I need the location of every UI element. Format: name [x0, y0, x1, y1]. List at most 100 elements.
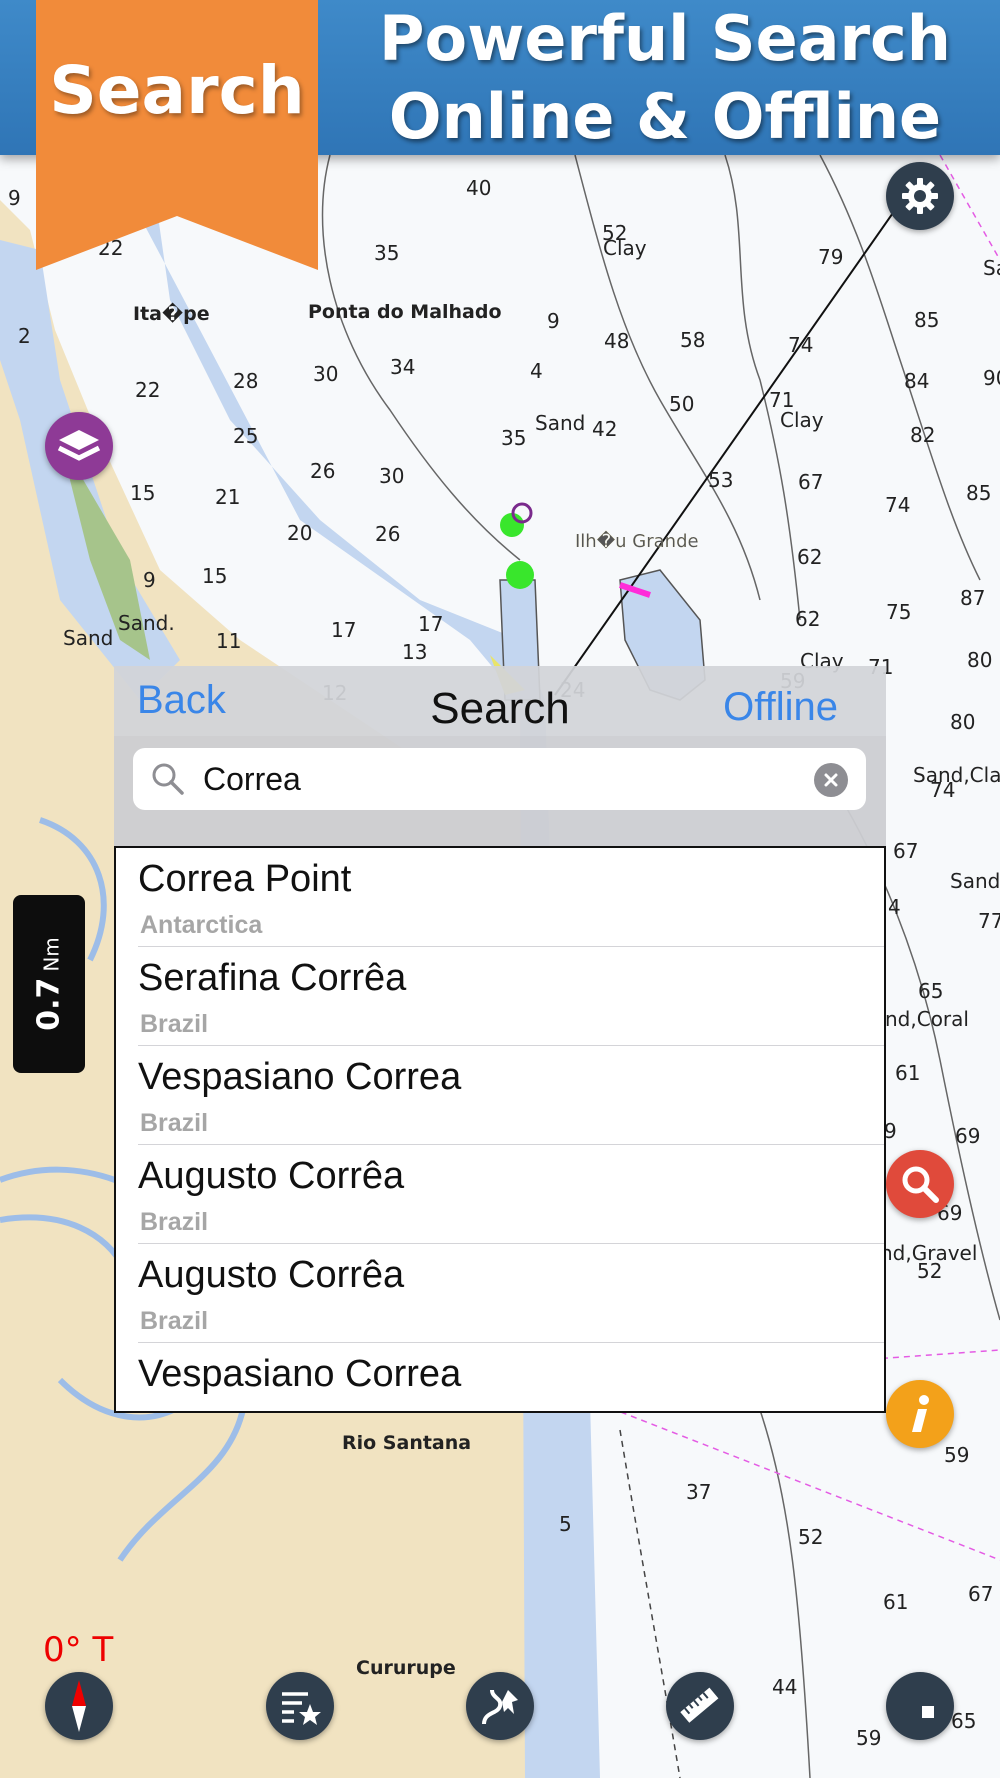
favorites-button[interactable] — [266, 1672, 334, 1740]
ribbon-label: Search — [49, 52, 305, 129]
depth-sounding: 52 — [798, 1525, 823, 1549]
seabed-label: Sand — [950, 869, 1000, 893]
layers-button[interactable] — [45, 412, 113, 480]
depth-sounding: 48 — [604, 329, 629, 353]
depth-sounding: 17 — [331, 618, 356, 642]
depth-sounding: 34 — [390, 355, 415, 379]
depth-sounding: 71 — [769, 388, 794, 412]
stop-button[interactable] — [886, 1672, 954, 1740]
depth-sounding: 80 — [967, 648, 992, 672]
depth-sounding: 52 — [917, 1259, 942, 1283]
depth-sounding: 28 — [233, 369, 258, 393]
depth-sounding: 59 — [944, 1443, 969, 1467]
depth-sounding: 52 — [602, 221, 627, 245]
favorites-list-icon — [282, 1692, 321, 1725]
depth-sounding: 4 — [530, 359, 543, 383]
depth-sounding: 2 — [18, 324, 31, 348]
scale-bar: 0.7 Nm — [13, 895, 85, 1073]
compass-button[interactable] — [45, 1672, 113, 1740]
depth-sounding: 42 — [592, 417, 617, 441]
depth-sounding: 87 — [960, 586, 985, 610]
search-field[interactable] — [133, 748, 866, 810]
result-name: Correa Point — [138, 858, 352, 900]
depth-sounding: 58 — [680, 328, 705, 352]
result-row[interactable]: Augusto Corrêa Brazil — [116, 1145, 884, 1244]
seabed-label: nd,Coral — [885, 1007, 969, 1031]
depth-sounding: 79 — [818, 245, 843, 269]
scale-unit: Nm — [39, 937, 64, 972]
depth-sounding: 67 — [893, 839, 918, 863]
result-row[interactable]: Correa Point Antarctica — [116, 848, 884, 947]
depth-sounding: 62 — [797, 545, 822, 569]
result-name: Augusto Corrêa — [138, 1155, 405, 1197]
settings-button[interactable] — [886, 162, 954, 230]
search-icon — [152, 763, 184, 795]
depth-sounding: 61 — [895, 1061, 920, 1085]
heading-readout: 0° T — [43, 1630, 114, 1670]
depth-sounding: 30 — [313, 362, 338, 386]
result-row[interactable]: Augusto Corrêa Brazil — [116, 1244, 884, 1343]
depth-sounding: 62 — [795, 607, 820, 631]
result-row[interactable]: Serafina Corrêa Brazil — [116, 947, 884, 1046]
info-button[interactable] — [886, 1380, 954, 1448]
depth-sounding: 9 — [547, 309, 560, 333]
search-panel: Back Search Offline Correa Point Antarct… — [114, 666, 886, 1413]
depth-sounding: 74 — [930, 778, 955, 802]
seabed-label: Sand — [63, 626, 113, 650]
route-button[interactable] — [466, 1672, 534, 1740]
depth-sounding: 21 — [215, 485, 240, 509]
depth-sounding: 5 — [559, 1512, 572, 1536]
result-row[interactable]: Vespasiano Correa — [116, 1343, 884, 1411]
place-label: Ilh�u Grande — [575, 530, 699, 552]
depth-sounding: 40 — [466, 176, 491, 200]
search-nav-bar: Back Search Offline — [114, 666, 886, 736]
search-button[interactable] — [886, 1150, 954, 1218]
depth-sounding: 9 — [8, 186, 21, 210]
seabed-label: Sa — [983, 256, 1000, 280]
place-label: Rio Santana — [342, 1432, 471, 1454]
ruler-button[interactable] — [666, 1672, 734, 1740]
depth-sounding: 74 — [885, 493, 910, 517]
depth-sounding: 85 — [914, 308, 939, 332]
depth-sounding: 37 — [686, 1480, 711, 1504]
result-country: Brazil — [140, 1307, 209, 1335]
depth-sounding: 4 — [888, 895, 901, 919]
depth-sounding: 15 — [202, 564, 227, 588]
close-icon — [824, 773, 838, 787]
search-results-list[interactable]: Correa Point Antarctica Serafina Corrêa … — [114, 846, 886, 1413]
depth-sounding: 22 — [135, 378, 160, 402]
offline-button[interactable]: Offline — [723, 685, 838, 730]
depth-sounding: 74 — [788, 333, 813, 357]
depth-sounding: 82 — [910, 423, 935, 447]
depth-sounding: 65 — [918, 979, 943, 1003]
depth-sounding: 80 — [950, 710, 975, 734]
depth-sounding: 11 — [216, 629, 241, 653]
depth-sounding: 69 — [955, 1124, 980, 1148]
scale-value: 0.7 — [31, 977, 67, 1031]
depth-sounding: 67 — [798, 470, 823, 494]
clear-search-button[interactable] — [814, 763, 848, 797]
magnifier-icon — [902, 1166, 939, 1203]
depth-sounding: 75 — [886, 600, 911, 624]
layers-icon — [57, 430, 101, 461]
depth-sounding: 13 — [402, 640, 427, 664]
depth-sounding: 77 — [978, 909, 1000, 933]
result-country: Antarctica — [140, 911, 263, 939]
depth-sounding: 84 — [904, 369, 929, 393]
result-country: Brazil — [140, 1010, 209, 1038]
depth-sounding: 61 — [883, 1590, 908, 1614]
promo-title-line: Powerful Search — [379, 2, 951, 75]
gear-icon — [902, 178, 938, 214]
stop-icon — [922, 1706, 934, 1718]
depth-sounding: 85 — [966, 481, 991, 505]
place-label: Ita�pe — [133, 302, 210, 325]
result-country: Brazil — [140, 1208, 209, 1236]
depth-sounding: 67 — [968, 1582, 993, 1606]
info-icon — [912, 1395, 929, 1432]
depth-sounding: 26 — [310, 459, 335, 483]
search-input[interactable] — [203, 756, 783, 802]
result-name: Augusto Corrêa — [138, 1254, 405, 1296]
result-row[interactable]: Vespasiano Correa Brazil — [116, 1046, 884, 1145]
ruler-icon — [680, 1687, 719, 1723]
depth-sounding: 15 — [130, 481, 155, 505]
